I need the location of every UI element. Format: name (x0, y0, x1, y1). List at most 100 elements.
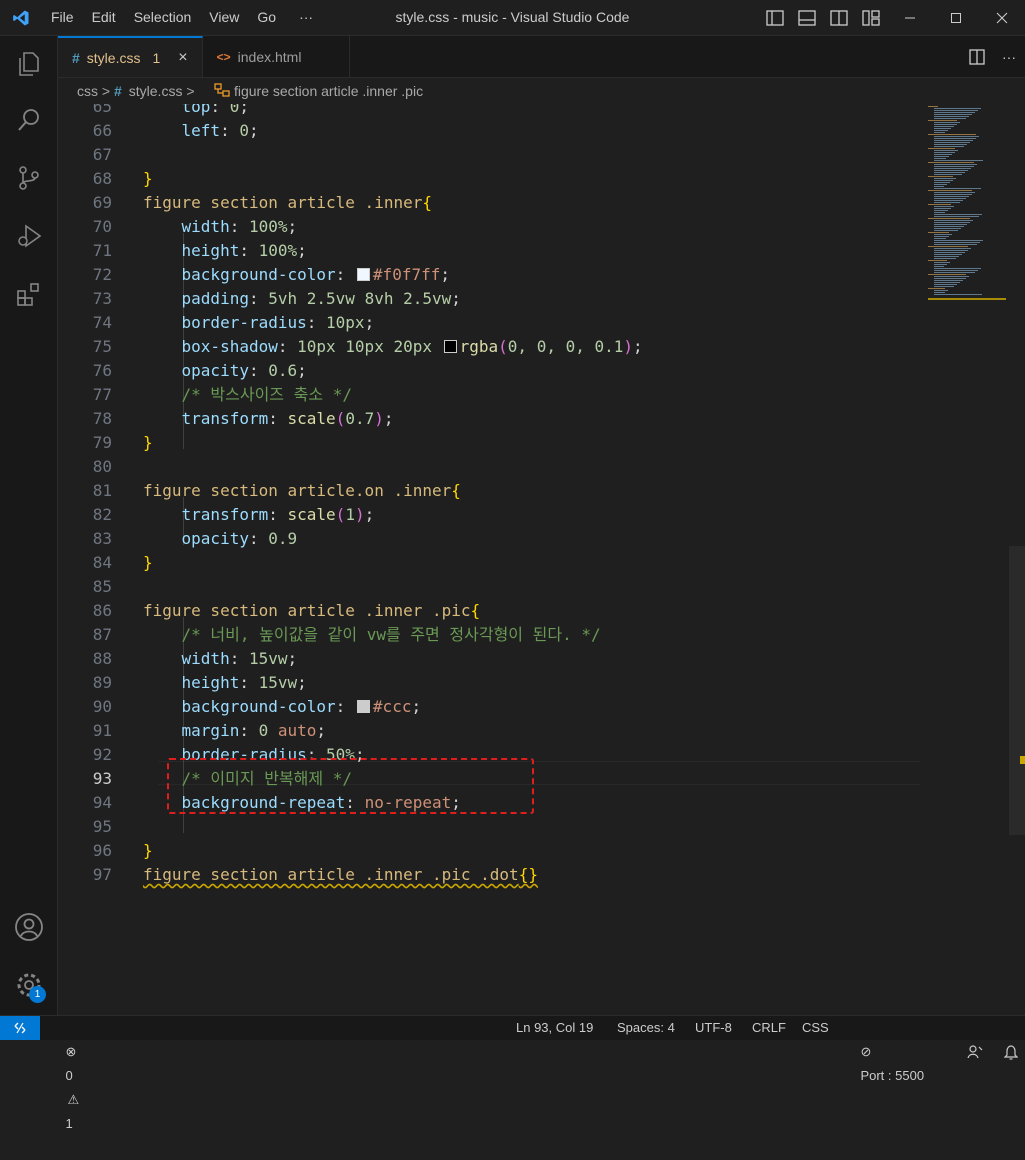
menu-go[interactable]: Go (248, 0, 285, 35)
source-control-icon[interactable] (0, 154, 57, 202)
tab-style-css[interactable]: # style.css 1 × (58, 36, 203, 77)
error-count: 0 (65, 1068, 73, 1083)
menu-edit[interactable]: Edit (83, 0, 125, 35)
code-line[interactable]: 71 height: 100%; (58, 239, 1025, 263)
code-line[interactable]: 72 background-color: #f0f7ff; (58, 263, 1025, 287)
code-token: figure section article .inner .pic .dot (143, 865, 519, 884)
vertical-scrollbar[interactable] (1009, 546, 1025, 835)
code-line[interactable]: 67 (58, 143, 1025, 167)
error-icon: ⊗ (65, 1044, 77, 1059)
code-line[interactable]: 82 transform: scale(1); (58, 503, 1025, 527)
end-of-line[interactable]: CRLF (752, 1016, 786, 1040)
live-server-port[interactable]: ⊘ Port : 5500 (846, 1016, 924, 1083)
maximize-icon[interactable] (933, 0, 979, 35)
code-token: 15vw (258, 673, 298, 692)
line-number: 70 (92, 217, 112, 236)
extensions-icon[interactable] (0, 270, 57, 318)
minimap-line (934, 140, 973, 141)
code-token: border-radius (181, 313, 307, 332)
toggle-secondary-sidebar-icon[interactable] (823, 0, 855, 35)
breadcrumb-file[interactable]: style.css (129, 83, 183, 99)
code-line[interactable]: 66 left: 0; (58, 119, 1025, 143)
minimap-line (928, 274, 966, 275)
code-line[interactable]: 80 (58, 455, 1025, 479)
code-line[interactable]: 91 margin: 0 auto; (58, 719, 1025, 743)
code-editor[interactable]: 65 top: 0; 66 left: 0; 67 68} 69 figure secti… (58, 104, 1025, 1015)
code-line[interactable]: 96} (58, 839, 1025, 863)
minimap-line (934, 236, 949, 237)
minimap[interactable] (926, 104, 1016, 304)
toggle-panel-icon[interactable] (791, 0, 823, 35)
minimap-line (928, 288, 945, 289)
line-number: 68 (92, 169, 112, 188)
code-line[interactable]: 73 padding: 5vh 2.5vw 8vh 2.5vw; (58, 287, 1025, 311)
editor-more-actions[interactable]: ··· (993, 39, 1025, 74)
code-line[interactable]: 76 opacity: 0.6; (58, 359, 1025, 383)
menu-more[interactable]: ··· (285, 0, 322, 35)
minimize-icon[interactable] (887, 0, 933, 35)
code-line[interactable]: 97 figure section article .inner .pic .do… (58, 863, 1025, 887)
code-line[interactable]: 95 (58, 815, 1025, 839)
code-line[interactable]: 77 /* 박스사이즈 축소 */ (58, 383, 1025, 407)
minimap-line (934, 128, 951, 129)
notifications-bell-icon[interactable] (990, 1016, 1019, 1060)
minimap-line (934, 116, 969, 117)
accounts-icon[interactable] (0, 903, 57, 951)
code-line[interactable]: 85 (58, 575, 1025, 599)
code-line[interactable]: 69 figure section article .inner{ (58, 191, 1025, 215)
code-line[interactable]: 87 /* 너비, 높이값을 같이 vw를 주면 정사각형이 된다. */ (58, 623, 1025, 647)
code-line[interactable]: 89 height: 15vw; (58, 671, 1025, 695)
color-swatch-icon[interactable] (356, 268, 370, 281)
minimap-line (934, 122, 960, 123)
code-line[interactable]: 83 opacity: 0.9 (58, 527, 1025, 551)
line-number: 92 (92, 745, 112, 764)
line-number: 89 (92, 673, 112, 692)
status-bar: ⊗ 0 ⚠ 1 Ln 93, Col 19 Spaces: 4 UTF-8 CR… (0, 1015, 1025, 1131)
minimap-line (934, 264, 947, 265)
close-window-icon[interactable] (979, 0, 1025, 35)
code-line[interactable]: 75 box-shadow: 10px 10px 20px rgba(0, 0,… (58, 335, 1025, 359)
split-editor-icon[interactable] (961, 39, 993, 74)
code-line[interactable]: 79} (58, 431, 1025, 455)
code-token: { (470, 601, 481, 620)
search-icon[interactable] (0, 96, 57, 144)
settings-gear-icon[interactable] (0, 961, 57, 1009)
run-debug-icon[interactable] (0, 212, 57, 260)
code-line[interactable]: 88 width: 15vw; (58, 647, 1025, 671)
breadcrumb-symbol[interactable]: figure section article .inner .pic (234, 83, 423, 99)
customize-layout-icon[interactable] (855, 0, 887, 35)
feedback-icon[interactable] (953, 1016, 983, 1059)
line-number: 83 (92, 529, 112, 548)
remote-indicator-icon[interactable] (0, 1016, 40, 1040)
code-line[interactable]: 81 figure section article.on .inner{ (58, 479, 1025, 503)
minimap-line (934, 266, 944, 267)
problems-indicator[interactable]: ⊗ 0 ⚠ 1 (51, 1016, 79, 1131)
code-line[interactable]: 68} (58, 167, 1025, 191)
language-mode[interactable]: CSS (802, 1016, 829, 1040)
indentation[interactable]: Spaces: 4 (617, 1016, 675, 1040)
menu-selection[interactable]: Selection (125, 0, 201, 35)
line-number: 85 (92, 577, 112, 596)
cursor-position[interactable]: Ln 93, Col 19 (516, 1016, 593, 1040)
code-line[interactable]: 90 background-color: #ccc; (58, 695, 1025, 719)
toggle-primary-sidebar-icon[interactable] (759, 0, 791, 35)
code-line[interactable]: 65 top: 0; (58, 104, 1025, 119)
tab-close-icon[interactable]: × (178, 49, 187, 67)
port-icon: ⊘ (860, 1044, 872, 1059)
encoding[interactable]: UTF-8 (695, 1016, 732, 1040)
explorer-icon[interactable] (0, 40, 57, 88)
breadcrumb-folder[interactable]: css (77, 83, 98, 99)
code-line[interactable]: 86 figure section article .inner .pic{ (58, 599, 1025, 623)
tab-label: index.html (237, 48, 302, 65)
code-token: height (181, 673, 240, 692)
code-line[interactable]: 78 transform: scale(0.7); (58, 407, 1025, 431)
code-line[interactable]: 84} (58, 551, 1025, 575)
code-line[interactable]: 74 border-radius: 10px; (58, 311, 1025, 335)
menu-view[interactable]: View (200, 0, 248, 35)
code-line[interactable]: 70 width: 100%; (58, 215, 1025, 239)
color-swatch-icon[interactable] (356, 700, 370, 713)
menu-file[interactable]: File (42, 0, 83, 35)
color-swatch-icon[interactable] (443, 340, 457, 353)
minimap-line (928, 204, 951, 205)
